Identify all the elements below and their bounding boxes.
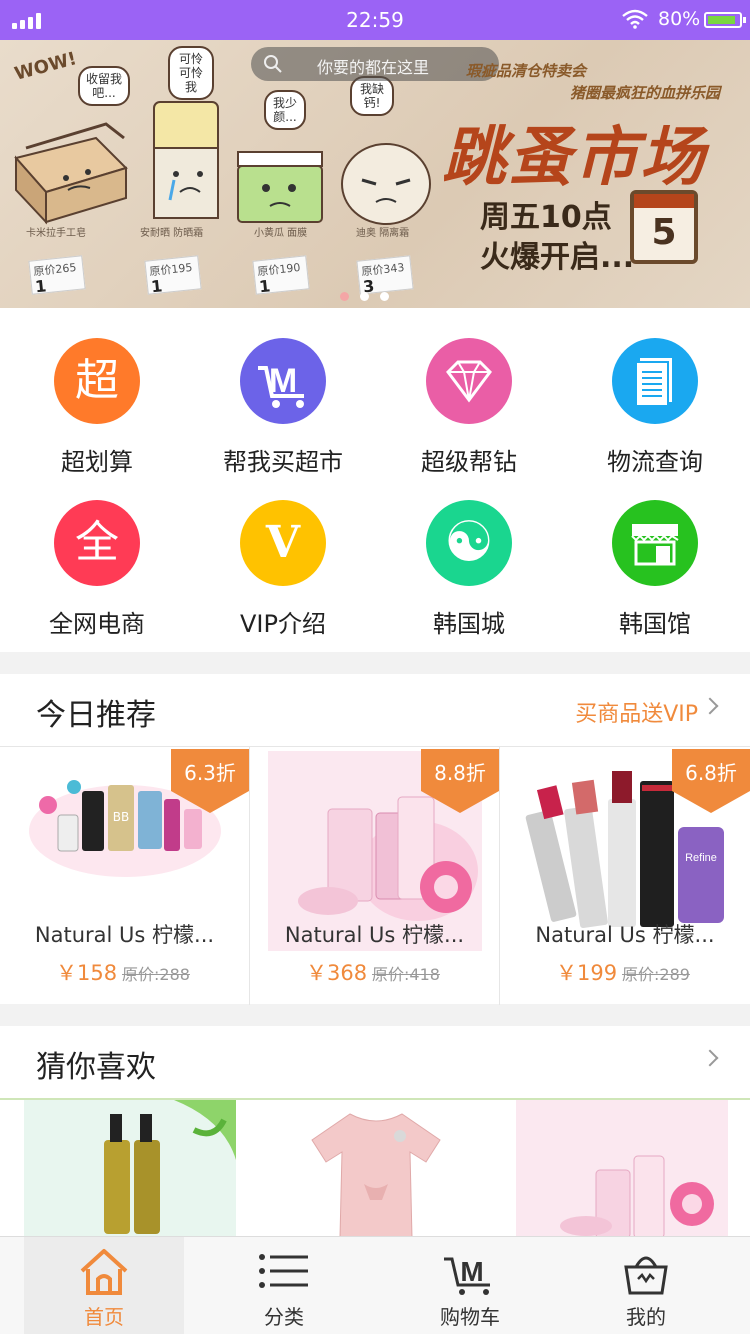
guess-header: 猜你喜欢 <box>0 1026 750 1098</box>
bubble-3: 我少颜... <box>264 90 306 130</box>
tab-home[interactable]: 首页 <box>24 1237 184 1334</box>
svg-text:BB: BB <box>113 810 129 824</box>
product-name: Natural Us 柠檬... <box>535 923 715 947</box>
product-price: ￥199 <box>556 961 618 985</box>
bubble-2: 可怜可怜我 <box>168 46 214 100</box>
cart-icon: M <box>444 1256 490 1295</box>
product-card[interactable]: 8.8折 Natural Us 柠檬... ￥368 原价:418 <box>250 747 500 1005</box>
search-icon <box>264 55 282 73</box>
product-original-price: 原价:418 <box>372 965 440 984</box>
page-dot-3[interactable] <box>380 292 389 301</box>
category-diamond[interactable]: 超级帮钻 <box>376 308 562 476</box>
product-tile-oil[interactable] <box>24 1100 236 1236</box>
tab-category[interactable]: 分类 <box>204 1237 364 1334</box>
chevron-right-icon[interactable] <box>701 1049 719 1067</box>
banner-wow-text: WOW! <box>12 48 79 85</box>
product-original-price: 原价:289 <box>622 965 690 984</box>
banner-line-2: 火爆开启... <box>480 240 635 275</box>
category-koreatown[interactable]: ☯ 韩国城 <box>376 470 562 638</box>
recommend-list: BB 6.3折 Natural Us 柠檬... ￥158 原价:288 8.8… <box>0 746 750 1005</box>
product-tile-skincare[interactable] <box>516 1100 728 1236</box>
category-quanwang[interactable]: 全 全网电商 <box>4 470 190 638</box>
product-original-price: 原价:288 <box>122 965 190 984</box>
banner-tag-top: 瑕疵品清仓特卖会 <box>466 62 587 80</box>
product-name: Natural Us 柠檬... <box>34 923 215 947</box>
mask-character <box>237 151 323 223</box>
product-tile-dress[interactable] <box>270 1100 482 1236</box>
svg-text:Refine: Refine <box>685 852 717 864</box>
svg-text:M: M <box>460 1256 483 1287</box>
discount-badge: 8.8折 <box>421 749 499 813</box>
tab-bar: 首页 分类 M 购物车 我的 <box>0 1236 750 1334</box>
battery-icon <box>704 12 746 28</box>
calendar-icon: 5 <box>630 190 698 264</box>
chao-icon: 超 <box>54 338 140 424</box>
banner-product-label-3: 小黄瓜 面膜 <box>254 228 308 239</box>
banner-price-tag-4: 原价343 3 <box>356 255 414 296</box>
search-bar[interactable]: 你要的都在这里 <box>251 47 499 81</box>
powder-character <box>341 143 431 225</box>
wifi-icon <box>622 9 648 29</box>
banner-tag-sub: 猪圈最疯狂的血拼乐园 <box>570 84 721 102</box>
banner-price-tag-3: 原价190 1 <box>252 255 310 296</box>
discount-badge: 6.3折 <box>171 749 249 813</box>
guess-list <box>0 1098 750 1236</box>
product-price: ￥368 <box>306 961 368 985</box>
discount-badge: 6.8折 <box>672 749 750 813</box>
sunscreen-character <box>153 101 219 219</box>
product-name: Natural Us 柠檬... <box>284 923 465 947</box>
yin-yang-icon: ☯ <box>426 500 512 586</box>
chevron-right-icon[interactable] <box>701 697 719 715</box>
category-chaohuasuan[interactable]: 超 超划算 <box>4 308 190 476</box>
banner-product-label-4: 迪奥 隔离霜 <box>356 228 410 239</box>
banner-product-label-2: 安耐晒 防晒霜 <box>140 228 204 239</box>
page-dot-1[interactable] <box>340 292 349 301</box>
banner-pagination[interactable] <box>340 292 400 302</box>
banner-price-tag-1: 原价265 1 <box>28 255 86 296</box>
category-supermarket[interactable]: M 帮我买超市 <box>190 308 376 476</box>
bubble-4: 我缺钙! <box>350 76 394 116</box>
svg-text:M: M <box>269 362 297 400</box>
banner-product-label-1: 卡米拉手工皂 <box>26 228 86 239</box>
bag-icon <box>624 1256 668 1295</box>
recommend-header: 今日推荐 买商品送VIP <box>0 674 750 746</box>
recommend-title: 今日推荐 <box>36 698 156 733</box>
quan-icon: 全 <box>54 500 140 586</box>
home-icon <box>80 1249 128 1295</box>
recommend-more-link[interactable]: 买商品送VIP <box>575 696 698 728</box>
category-grid: 超 超划算 M 帮我买超市 超级帮钻 物流查询 全 全网电商 V VIP介绍 ☯… <box>0 308 750 652</box>
storefront-icon <box>612 500 698 586</box>
supermarket-cart-icon: M <box>240 338 326 424</box>
promo-banner[interactable]: WOW! 收留我吧... 可怜可怜我 我少颜... 我缺钙! 卡米拉手工皂 安耐… <box>0 40 750 308</box>
banner-headline: 跳蚤市场 <box>442 121 706 195</box>
diamond-icon <box>426 338 512 424</box>
page-dot-2[interactable] <box>360 292 369 301</box>
search-placeholder: 你要的都在这里 <box>317 58 430 77</box>
guess-title: 猜你喜欢 <box>36 1050 156 1085</box>
product-price: ￥158 <box>56 961 118 985</box>
list-icon <box>259 1254 308 1288</box>
soap-character <box>14 122 128 225</box>
banner-line-1: 周五10点 <box>480 200 612 235</box>
bubble-1: 收留我吧... <box>78 66 130 106</box>
product-card[interactable]: Refine 6.8折 Natural Us 柠檬... ￥199 原价:289 <box>500 747 750 1005</box>
product-card[interactable]: BB 6.3折 Natural Us 柠檬... ￥158 原价:288 <box>0 747 250 1005</box>
status-bar: 22:59 80% <box>0 0 750 40</box>
category-logistics[interactable]: 物流查询 <box>562 308 748 476</box>
document-icon <box>612 338 698 424</box>
category-korea-pavilion[interactable]: 韩国馆 <box>562 470 748 638</box>
battery-percent: 80% <box>658 8 701 30</box>
category-vip[interactable]: V VIP介绍 <box>190 470 376 638</box>
vip-icon: V <box>240 500 326 586</box>
tab-mine[interactable]: 我的 <box>566 1237 726 1334</box>
tab-cart[interactable]: M 购物车 <box>390 1237 550 1334</box>
banner-price-tag-2: 原价195 1 <box>144 255 202 296</box>
